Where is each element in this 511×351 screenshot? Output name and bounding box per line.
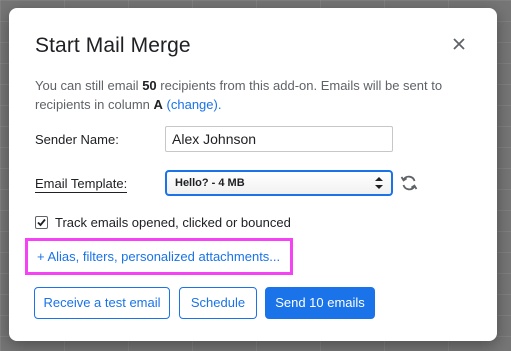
- info-text: recipients in column: [35, 97, 150, 112]
- track-emails-checkbox[interactable]: [35, 216, 48, 229]
- recipient-column: A: [153, 97, 163, 112]
- refresh-icon[interactable]: [399, 173, 419, 193]
- schedule-button[interactable]: Schedule: [179, 287, 257, 319]
- sender-name-label: Sender Name:: [35, 132, 119, 147]
- sender-name-input[interactable]: [165, 126, 393, 152]
- info-text: You can still email: [35, 78, 139, 93]
- mail-merge-dialog: Start Mail Merge You can still email 50 …: [9, 8, 497, 341]
- select-arrows-icon: [375, 176, 383, 190]
- quota-info-text: You can still email 50 recipients from t…: [35, 76, 465, 114]
- advanced-options-link[interactable]: + Alias, filters, personalized attachmen…: [37, 249, 280, 264]
- selected-template: Hello? - 4 MB: [175, 177, 245, 189]
- close-icon[interactable]: [447, 32, 471, 56]
- test-email-button[interactable]: Receive a test email: [34, 287, 170, 319]
- dialog-title: Start Mail Merge: [35, 34, 191, 57]
- info-text: recipients from this add-on. Emails will…: [160, 78, 443, 93]
- track-emails-label: Track emails opened, clicked or bounced: [55, 215, 291, 230]
- change-column-link[interactable]: (change).: [167, 97, 222, 112]
- email-template-select[interactable]: Hello? - 4 MB: [165, 170, 393, 196]
- remaining-count: 50: [142, 78, 157, 93]
- send-emails-button[interactable]: Send 10 emails: [265, 287, 375, 319]
- email-template-label: Email Template:: [35, 176, 128, 193]
